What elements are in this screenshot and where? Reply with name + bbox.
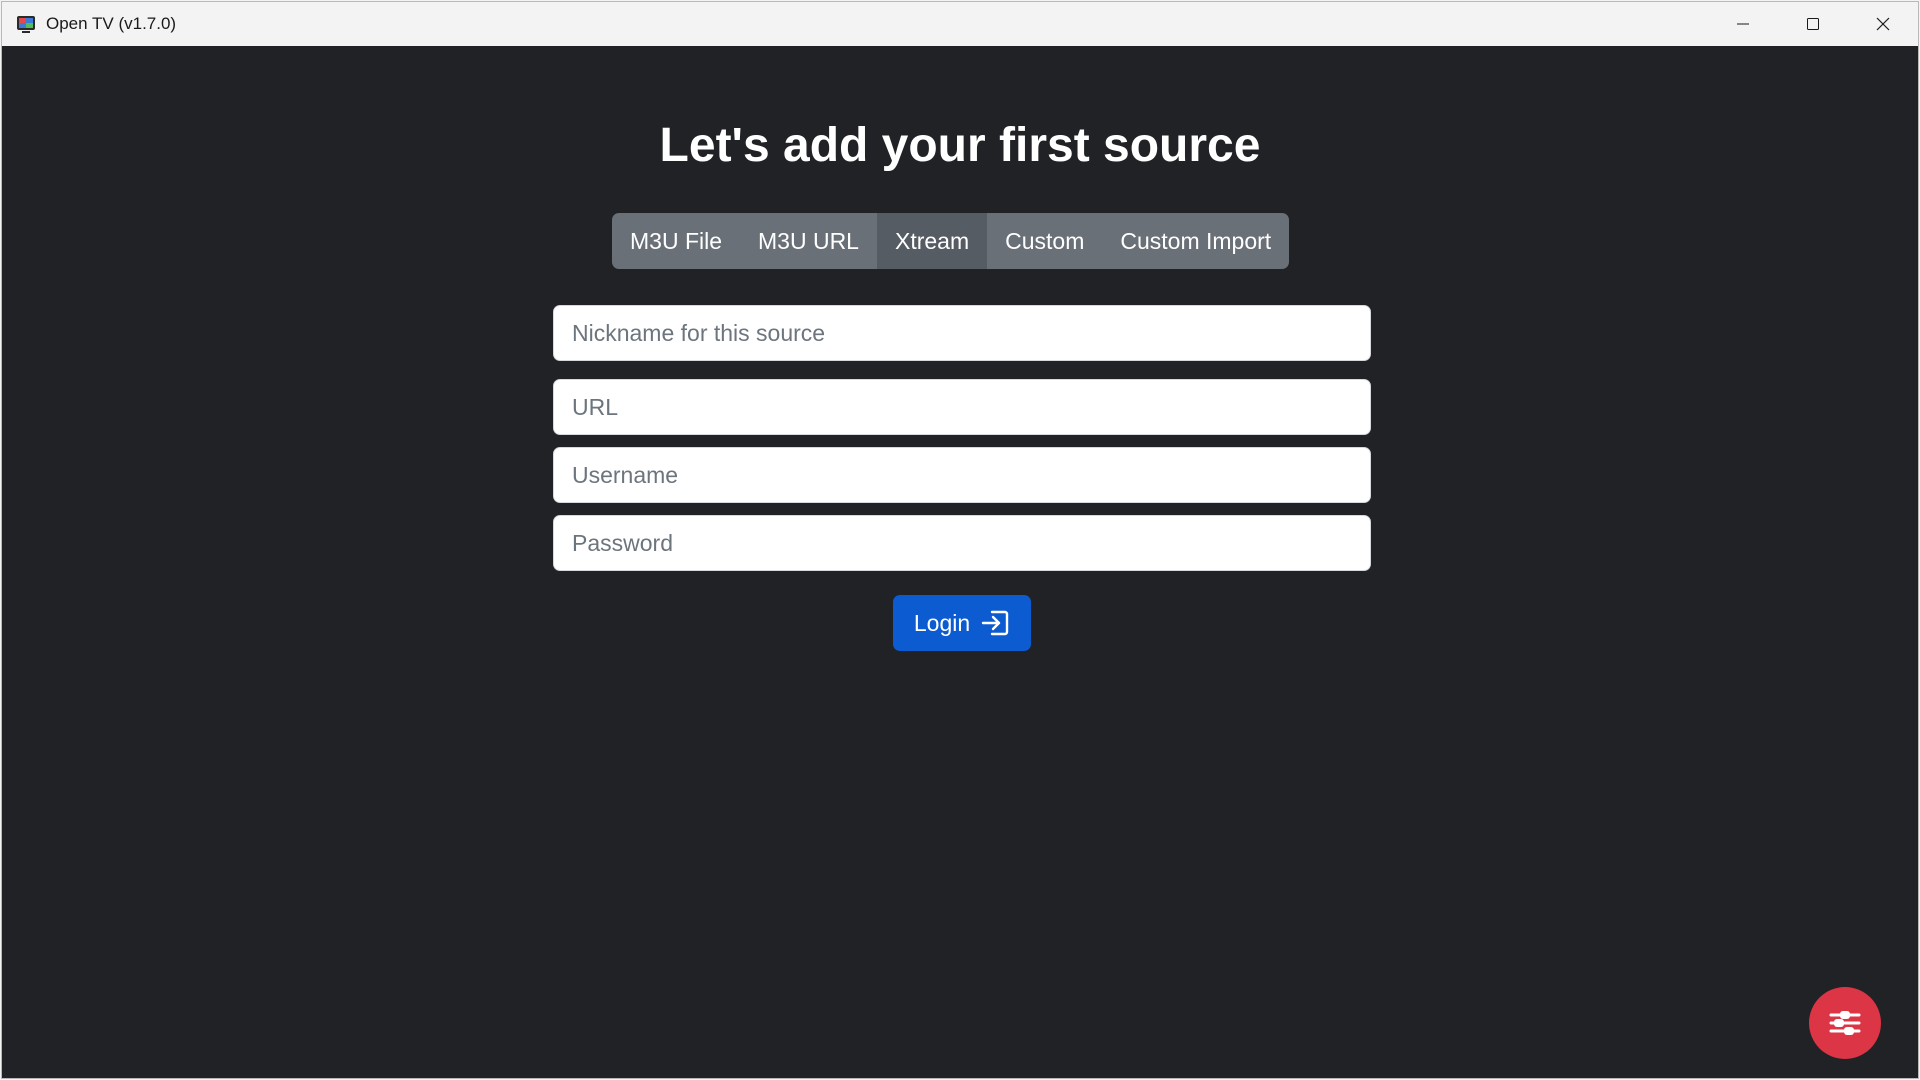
tab-custom[interactable]: Custom xyxy=(987,213,1102,269)
nickname-input[interactable] xyxy=(553,305,1371,361)
tab-m3u-file[interactable]: M3U File xyxy=(612,213,740,269)
login-button[interactable]: Login xyxy=(893,595,1031,651)
tv-app-icon xyxy=(16,14,36,34)
close-icon xyxy=(1876,17,1890,31)
maximize-icon xyxy=(1807,18,1819,30)
username-input[interactable] xyxy=(553,447,1371,503)
page-title: Let's add your first source xyxy=(659,119,1261,172)
window-controls xyxy=(1708,2,1918,46)
tab-custom-import[interactable]: Custom Import xyxy=(1102,213,1289,269)
settings-sliders-icon xyxy=(1829,1011,1861,1035)
tab-xtream[interactable]: Xtream xyxy=(876,213,988,269)
main-content: Let's add your first source M3U File M3U… xyxy=(2,46,1918,1078)
settings-fab-button[interactable] xyxy=(1809,987,1881,1059)
close-button[interactable] xyxy=(1848,2,1918,46)
title-bar[interactable]: Open TV (v1.7.0) xyxy=(2,2,1918,46)
url-input[interactable] xyxy=(553,379,1371,435)
maximize-button[interactable] xyxy=(1778,2,1848,46)
password-input[interactable] xyxy=(553,515,1371,571)
login-button-label: Login xyxy=(913,609,971,636)
tab-m3u-url[interactable]: M3U URL xyxy=(740,213,877,269)
minimize-button[interactable] xyxy=(1708,2,1778,46)
window-title: Open TV (v1.7.0) xyxy=(46,14,177,33)
login-arrow-icon xyxy=(980,609,1010,637)
source-type-tabs: M3U File M3U URL Xtream Custom Custom Im… xyxy=(612,213,1290,269)
app-window: Open TV (v1.7.0) Let's add your first so… xyxy=(1,1,1919,1079)
minimize-icon xyxy=(1737,23,1749,25)
